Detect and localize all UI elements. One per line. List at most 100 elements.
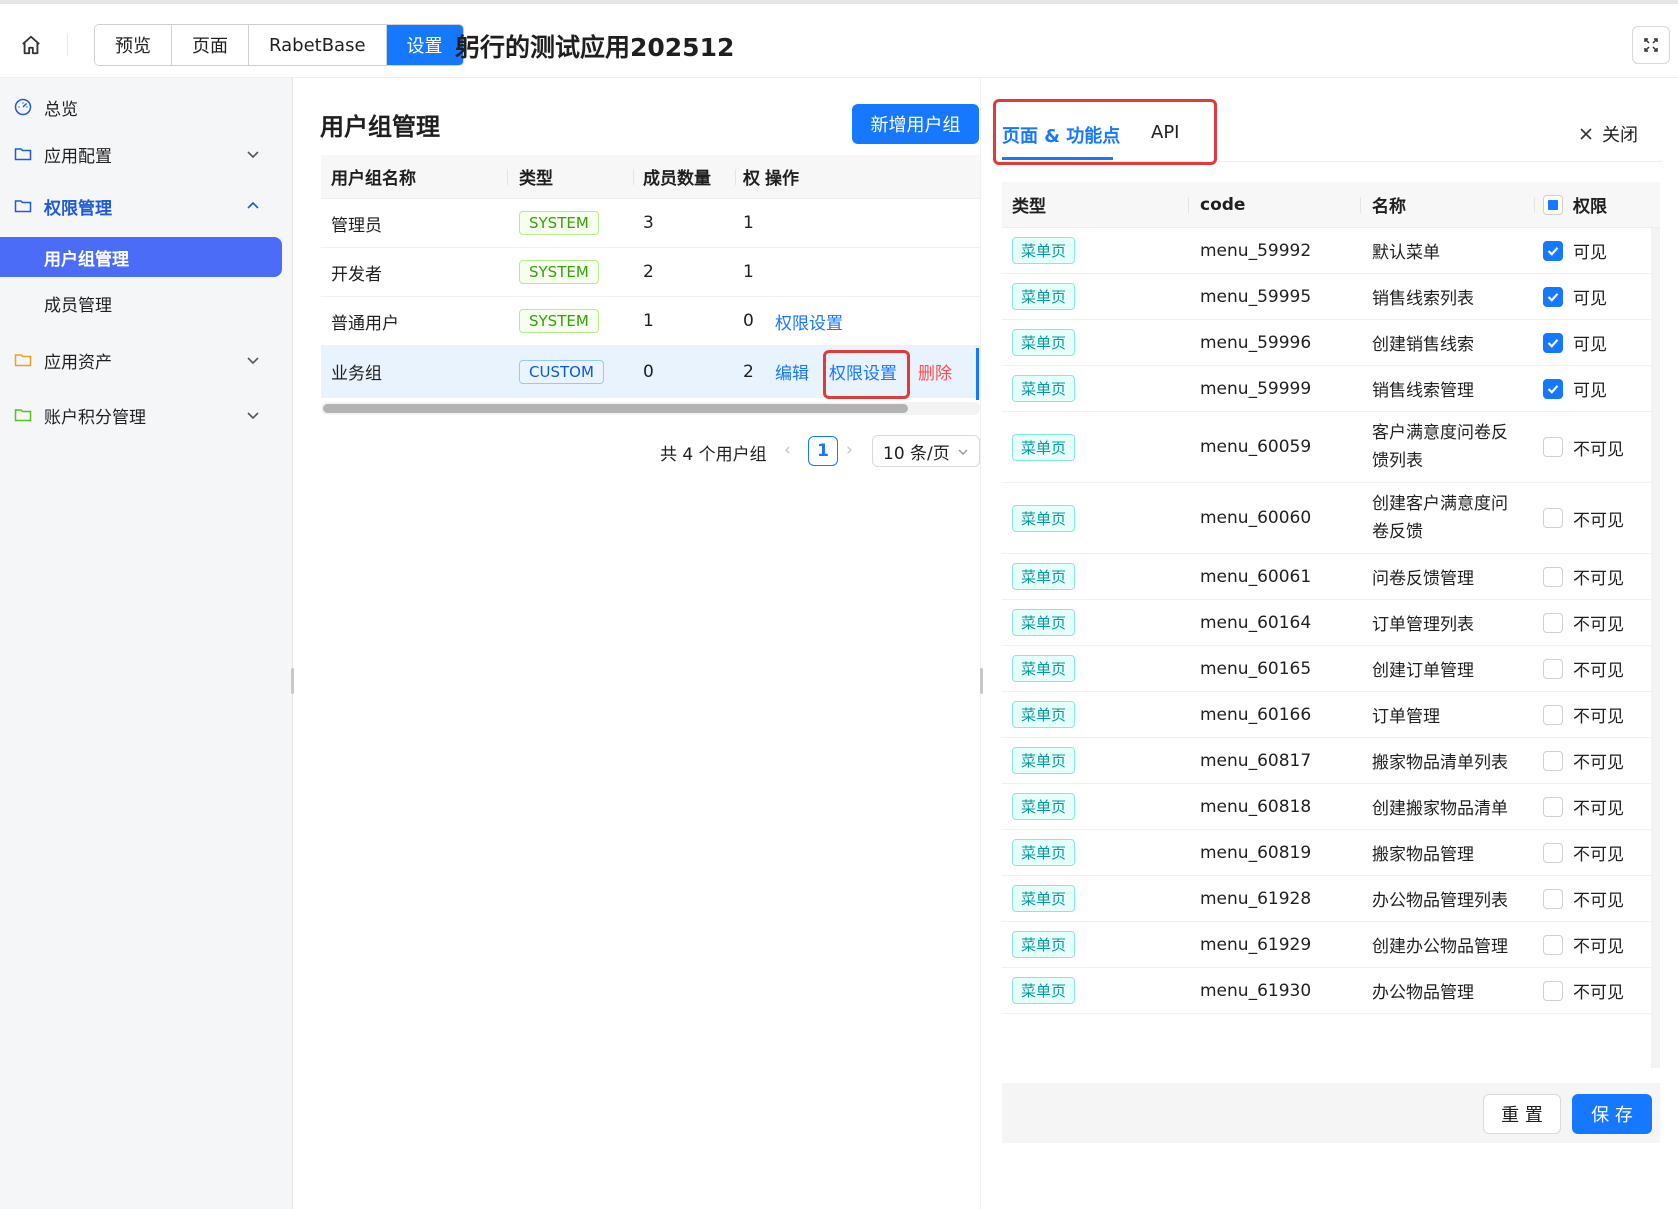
sidebar-item-overview[interactable]: 总览 [0, 87, 293, 127]
visibility-toggle[interactable]: 不可见 [1543, 922, 1624, 967]
next-page-icon[interactable]: › [846, 440, 853, 460]
table-row[interactable]: 菜单页 menu_61928 办公物品管理列表 不可见 [1002, 876, 1660, 922]
visibility-toggle[interactable]: 可见 [1543, 228, 1607, 273]
visibility-toggle[interactable]: 不可见 [1543, 554, 1624, 599]
table-row[interactable]: 菜单页 menu_60817 搬家物品清单列表 不可见 [1002, 738, 1660, 784]
reset-button[interactable]: 重 置 [1483, 1094, 1561, 1134]
close-button[interactable]: 关闭 [1578, 121, 1638, 147]
member-count: 0 [643, 361, 654, 382]
tab-rabetbase[interactable]: RabetBase [249, 25, 387, 65]
sidebar-item-account-points[interactable]: 账户积分管理 [0, 395, 293, 435]
visibility-checkbox[interactable] [1543, 286, 1563, 307]
table-row[interactable]: 菜单页 menu_60061 问卷反馈管理 不可见 [1002, 554, 1660, 600]
visibility-toggle[interactable]: 不可见 [1543, 646, 1624, 691]
visibility-checkbox[interactable] [1543, 980, 1563, 1001]
horizontal-scrollbar[interactable] [323, 404, 908, 413]
panel-resize-handle[interactable] [980, 668, 983, 694]
select-all[interactable]: 权限 [1543, 182, 1607, 227]
visibility-toggle[interactable]: 不可见 [1543, 412, 1624, 482]
table-row[interactable]: 菜单页 menu_60166 订单管理 不可见 [1002, 692, 1660, 738]
sidebar-item-app-assets[interactable]: 应用资产 [0, 340, 293, 380]
visibility-toggle[interactable]: 不可见 [1543, 692, 1624, 737]
table-row[interactable]: 菜单页 menu_60818 创建搬家物品清单 不可见 [1002, 784, 1660, 830]
table-row[interactable]: 普通用户 SYSTEM 1 0 权限设置 [321, 297, 980, 346]
visibility-checkbox[interactable] [1543, 612, 1563, 633]
code-cell: menu_60164 [1200, 612, 1312, 633]
code-cell: menu_60165 [1200, 658, 1312, 679]
visibility-checkbox[interactable] [1543, 332, 1563, 353]
home-icon[interactable] [16, 30, 46, 60]
delete-link[interactable]: 删除 [918, 346, 952, 397]
visibility-checkbox[interactable] [1543, 378, 1563, 399]
table-row[interactable]: 管理员 SYSTEM 3 1 [321, 199, 980, 248]
table-row[interactable]: 菜单页 menu_59996 创建销售线索 可见 [1002, 320, 1660, 366]
tab-pages-features[interactable]: 页面 & 功能点 [1002, 122, 1120, 148]
visibility-toggle[interactable]: 不可见 [1543, 738, 1624, 783]
column-header: 名称 [1372, 197, 1406, 217]
add-group-button[interactable]: 新增用户组 [852, 104, 979, 144]
save-button[interactable]: 保 存 [1572, 1094, 1652, 1134]
visibility-checkbox[interactable] [1543, 934, 1563, 955]
select-all-checkbox[interactable] [1543, 194, 1563, 215]
visibility-toggle[interactable]: 不可见 [1543, 968, 1624, 1013]
visibility-checkbox[interactable] [1543, 888, 1563, 909]
table-row[interactable]: 开发者 SYSTEM 2 1 [321, 248, 980, 297]
visibility-toggle[interactable]: 不可见 [1543, 483, 1624, 553]
check-icon [1547, 338, 1559, 348]
chevron-down-icon [247, 357, 259, 365]
visibility-checkbox[interactable] [1543, 796, 1563, 817]
visibility-toggle[interactable]: 不可见 [1543, 830, 1624, 875]
visibility-checkbox[interactable] [1543, 750, 1563, 771]
sidebar-item-group-management[interactable]: 用户组管理 [0, 237, 282, 277]
visibility-checkbox[interactable] [1543, 704, 1563, 725]
visibility-checkbox[interactable] [1543, 437, 1563, 457]
table-row[interactable]: 菜单页 menu_60059 客户满意度问卷反馈列表 不可见 [1002, 412, 1660, 483]
table-row[interactable]: 菜单页 menu_61930 办公物品管理 不可见 [1002, 968, 1660, 1014]
column-header: 成员数量 [643, 169, 711, 189]
edit-link[interactable]: 编辑 [775, 346, 809, 397]
tab-pages[interactable]: 页面 [172, 25, 249, 65]
perm-count: 0 [743, 311, 754, 331]
visibility-checkbox[interactable] [1543, 508, 1563, 528]
visibility-toggle[interactable]: 可见 [1543, 320, 1607, 365]
visibility-toggle[interactable]: 不可见 [1543, 600, 1624, 645]
table-row[interactable]: 菜单页 menu_59992 默认菜单 可见 [1002, 228, 1660, 274]
table-row[interactable]: 菜单页 menu_60060 创建客户满意度问卷反馈 不可见 [1002, 483, 1660, 554]
table-row[interactable]: 菜单页 menu_59999 销售线索管理 可见 [1002, 366, 1660, 412]
sidebar-resize-handle[interactable] [291, 668, 294, 694]
type-tag: 菜单页 [1012, 504, 1076, 532]
visibility-toggle[interactable]: 可见 [1543, 274, 1607, 319]
table-row[interactable]: 菜单页 menu_60164 订单管理列表 不可见 [1002, 600, 1660, 646]
page-button[interactable]: 1 [808, 436, 838, 466]
table-row[interactable]: 菜单页 menu_60819 搬家物品管理 不可见 [1002, 830, 1660, 876]
type-tag: 菜单页 [1012, 283, 1076, 310]
permission-settings-link[interactable]: 权限设置 [829, 346, 897, 397]
name-cell: 问卷反馈管理 [1372, 569, 1474, 589]
permission-settings-link[interactable]: 权限设置 [775, 297, 843, 345]
visibility-checkbox[interactable] [1543, 842, 1563, 863]
tab-settings[interactable]: 设置 [386, 25, 463, 65]
visibility-checkbox[interactable] [1543, 566, 1563, 587]
column-header: 权 [743, 169, 760, 189]
prev-page-icon[interactable]: ‹ [784, 440, 791, 460]
tab-preview[interactable]: 预览 [95, 25, 172, 65]
page-size-select[interactable]: 10 条/页 [872, 435, 980, 467]
chevron-down-icon [958, 449, 968, 455]
visibility-toggle[interactable]: 不可见 [1543, 876, 1624, 921]
name-cell: 客户满意度问卷反馈列表 [1372, 423, 1508, 471]
table-row[interactable]: 业务组 CUSTOM 0 2 编辑 权限设置 删除 [321, 346, 980, 398]
table-row[interactable]: 菜单页 menu_61929 创建办公物品管理 不可见 [1002, 922, 1660, 968]
sidebar-item-member-management[interactable]: 成员管理 [0, 283, 293, 323]
name-cell: 办公物品管理列表 [1372, 891, 1508, 911]
table-row[interactable]: 菜单页 menu_59995 销售线索列表 可见 [1002, 274, 1660, 320]
sidebar-item-permission[interactable]: 权限管理 [0, 186, 293, 226]
fullscreen-button[interactable] [1632, 26, 1670, 64]
visibility-checkbox[interactable] [1543, 658, 1563, 679]
visibility-checkbox[interactable] [1543, 240, 1563, 261]
table-row[interactable]: 菜单页 menu_60165 创建订单管理 不可见 [1002, 646, 1660, 692]
visibility-toggle[interactable]: 可见 [1543, 366, 1607, 411]
visibility-toggle[interactable]: 不可见 [1543, 784, 1624, 829]
panel-divider [980, 78, 981, 1209]
sidebar-item-app-config[interactable]: 应用配置 [0, 134, 293, 174]
tab-api[interactable]: API [1151, 122, 1179, 143]
